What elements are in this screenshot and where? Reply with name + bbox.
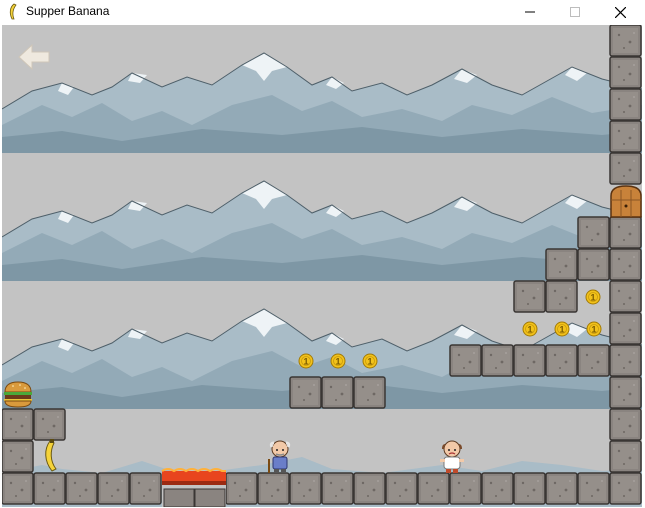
minimize-button[interactable] — [507, 0, 553, 24]
maximize-icon — [570, 7, 580, 17]
close-icon — [614, 6, 626, 18]
minimize-icon — [525, 11, 535, 13]
lava-pit-icon — [161, 468, 226, 507]
banana-icon — [9, 3, 17, 20]
wooden-door-icon[interactable] — [610, 185, 642, 218]
floating-platform — [289, 376, 386, 409]
game-canvas[interactable]: 1 — [2, 25, 642, 507]
title-bar: Supper Banana — [0, 0, 645, 24]
maximize-button[interactable] — [552, 0, 598, 24]
floor — [2, 472, 610, 505]
window-title: Supper Banana — [26, 4, 110, 18]
right-wall — [609, 25, 642, 505]
game-window: Supper Banana — [0, 0, 645, 508]
close-button[interactable] — [597, 0, 643, 24]
hamburger-icon[interactable] — [4, 381, 32, 408]
